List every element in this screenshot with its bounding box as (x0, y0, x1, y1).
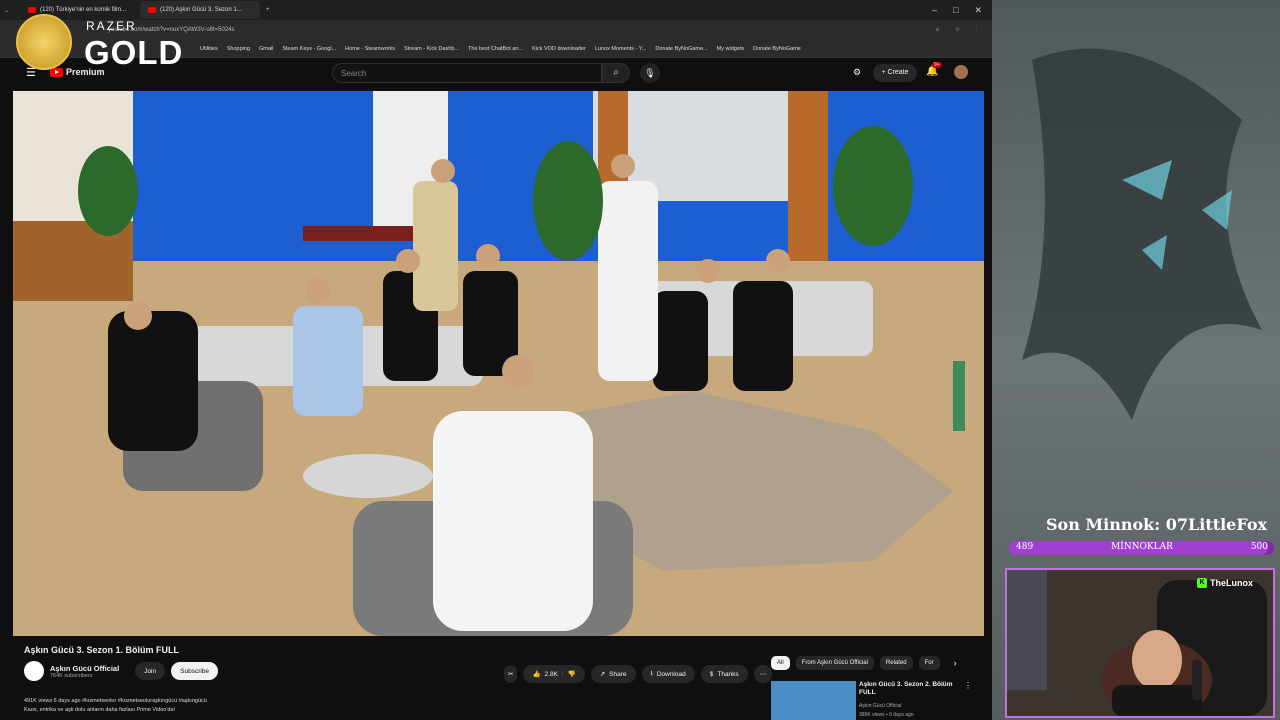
mic-icon: 🎙 (644, 68, 656, 78)
tab-label: (120) Aşkın Gücü 3. Sezon 1... (160, 7, 242, 13)
download-label: Download (656, 670, 686, 678)
close-icon[interactable]: ✕ (974, 5, 982, 16)
search-input[interactable]: Search (332, 63, 602, 83)
video-title: Aşkın Gücü 3. Sezon 1. Bölüm FULL (24, 645, 180, 655)
recommended-thumbnail[interactable] (771, 681, 856, 720)
bookmark[interactable]: Shopping (227, 46, 250, 52)
create-label: Create (887, 69, 909, 76)
more-actions-button[interactable]: ⋯ (753, 665, 773, 683)
kick-icon: K (1197, 578, 1207, 588)
chip-from-channel[interactable]: From Aşkın Gücü Official (795, 656, 874, 670)
razer-label: RAZER (86, 19, 137, 33)
last-subscriber: Son Minnok: 07LittleFox (1046, 515, 1268, 534)
thanks-button[interactable]: $ Thanks (700, 665, 748, 683)
bookmark[interactable]: Utilities (200, 46, 218, 52)
recommended-video[interactable]: Aşkın Gücü 3. Sezon 2. Bölüm FULL Aşkın … (771, 681, 972, 720)
bookmark[interactable]: Donate ByNoGame (753, 46, 801, 52)
thumbs-down-icon[interactable]: 👎 (568, 670, 576, 678)
new-tab-icon[interactable]: + (260, 7, 276, 13)
razer-gold-logo (16, 14, 72, 70)
bookmark[interactable]: Gmail (259, 46, 273, 52)
cast-icon[interactable]: ⚙ (853, 67, 861, 78)
browser-window: ⌄ (120) Türkiye'nin en komik film... (12… (0, 0, 992, 720)
avatar[interactable] (954, 65, 968, 79)
more-icon: ⋯ (759, 671, 767, 678)
download-button[interactable]: ⭳ Download (641, 665, 695, 683)
youtube-favicon-icon (148, 7, 156, 13)
description-stats: 491K views 6 days ago #kısmetseolur #kıs… (24, 698, 207, 704)
like-count: 2.8K (544, 670, 558, 678)
window-controls: – □ ✕ (932, 5, 992, 16)
thumbs-up-icon: 👍 (532, 671, 541, 678)
gold-label: GOLD (84, 34, 184, 71)
search-button[interactable]: ⌕ (602, 63, 630, 83)
action-bar: ✂ 👍 2.8K | 👎 ↗ Share ⭳ Download $ Thanks ⋯ (504, 665, 773, 683)
streamer-tag: K TheLunox (1197, 578, 1253, 588)
description-text: Kaos, entrika ve aşk dolu anların daha f… (24, 707, 176, 713)
recommended-channel: Aşkın Gücü Official (859, 703, 902, 709)
channel-info: Aşkın Gücü Official 764K subscribers (50, 664, 119, 679)
description[interactable]: 491K views 6 days ago #kısmetseolur #kıs… (24, 697, 404, 715)
bookmark[interactable]: Steam Keys - Googl... (282, 46, 336, 52)
more-vert-icon[interactable]: ⋮ (964, 681, 972, 690)
subscriber-count: 764K subscribers (50, 672, 93, 679)
search-icon: ⌕ (613, 67, 619, 78)
bookmark[interactable]: Lunox Moments - Y... (595, 46, 646, 52)
subscribe-button[interactable]: Subscribe (171, 662, 219, 680)
chip-all[interactable]: All (771, 656, 790, 670)
bookmark[interactable]: The best ChatBot an... (468, 46, 523, 52)
thanks-icon: $ (709, 670, 714, 678)
join-button[interactable]: Join (135, 662, 166, 680)
channel-row: Aşkın Gücü Official 764K subscribers Joi… (24, 661, 219, 681)
share-button[interactable]: ↗ Share (590, 665, 636, 683)
minimize-icon[interactable]: – (932, 5, 937, 16)
share-label: Share (609, 670, 627, 678)
video-meta: Aşkın Gücü 3. Sezon 1. Bölüm FULL Aşkın … (24, 645, 773, 713)
streamer-name: TheLunox (1210, 578, 1253, 588)
goal-target: 500 (1250, 542, 1268, 552)
bookmark[interactable]: Donate ByNoGame... (655, 46, 707, 52)
recommended-views: 389K views • 6 days ago (859, 712, 914, 718)
chevron-right-icon[interactable]: › (954, 656, 957, 670)
youtube-favicon-icon (28, 7, 36, 13)
tab-label: (120) Türkiye'nin en komik film... (40, 7, 127, 13)
download-icon: ⭳ (650, 669, 653, 677)
sub-goal-bar: 489 MİNNOKLAR 500 (1009, 541, 1274, 555)
chip-for-you[interactable]: For (918, 656, 940, 670)
webcam-image (1007, 570, 1273, 716)
bookmark[interactable]: My widgets (717, 46, 745, 52)
clip-icon: ✂ (508, 671, 514, 678)
goal-current: 489 (1016, 542, 1034, 552)
tab-bar: ⌄ (120) Türkiye'nin en komik film... (12… (0, 0, 992, 20)
voice-search-button[interactable]: 🎙 (640, 63, 660, 83)
recommendation-filters: All From Aşkın Gücü Official Related For… (771, 656, 957, 670)
webcam-feed (1005, 568, 1275, 718)
share-icon: ↗ (599, 671, 606, 678)
channel-avatar[interactable] (24, 661, 44, 681)
tab-2[interactable]: (120) Aşkın Gücü 3. Sezon 1... (140, 1, 260, 19)
url-text[interactable]: youtube.com/watch?v=nuxYQAW3V-o8t=5024s (108, 27, 936, 33)
recommended-title: Aşkın Gücü 3. Sezon 2. Bölüm FULL (859, 681, 953, 696)
chip-related[interactable]: Related (879, 656, 913, 670)
bookmark[interactable]: Kick VOD downloader (532, 46, 586, 52)
clip-button[interactable]: ✂ (504, 665, 518, 683)
goal-label: MİNNOKLAR (1111, 542, 1173, 552)
bookmark[interactable]: Home - Steamworks (345, 46, 395, 52)
maximize-icon[interactable]: □ (953, 5, 958, 16)
browser-extension-icons[interactable]: ⌕ ☆ ⋮ (936, 27, 984, 34)
bookmark[interactable]: Stream - Kick Dashb... (404, 46, 459, 52)
channel-name[interactable]: Aşkın Gücü Official (50, 664, 119, 673)
notification-badge: 9+ (932, 62, 942, 68)
video-frame (13, 91, 984, 636)
tab-search-icon[interactable]: ⌄ (4, 7, 20, 14)
like-button[interactable]: 👍 2.8K | 👎 (523, 665, 585, 683)
thanks-label: Thanks (717, 670, 739, 678)
create-button[interactable]: + Create (873, 64, 917, 82)
video-player[interactable] (13, 91, 984, 636)
